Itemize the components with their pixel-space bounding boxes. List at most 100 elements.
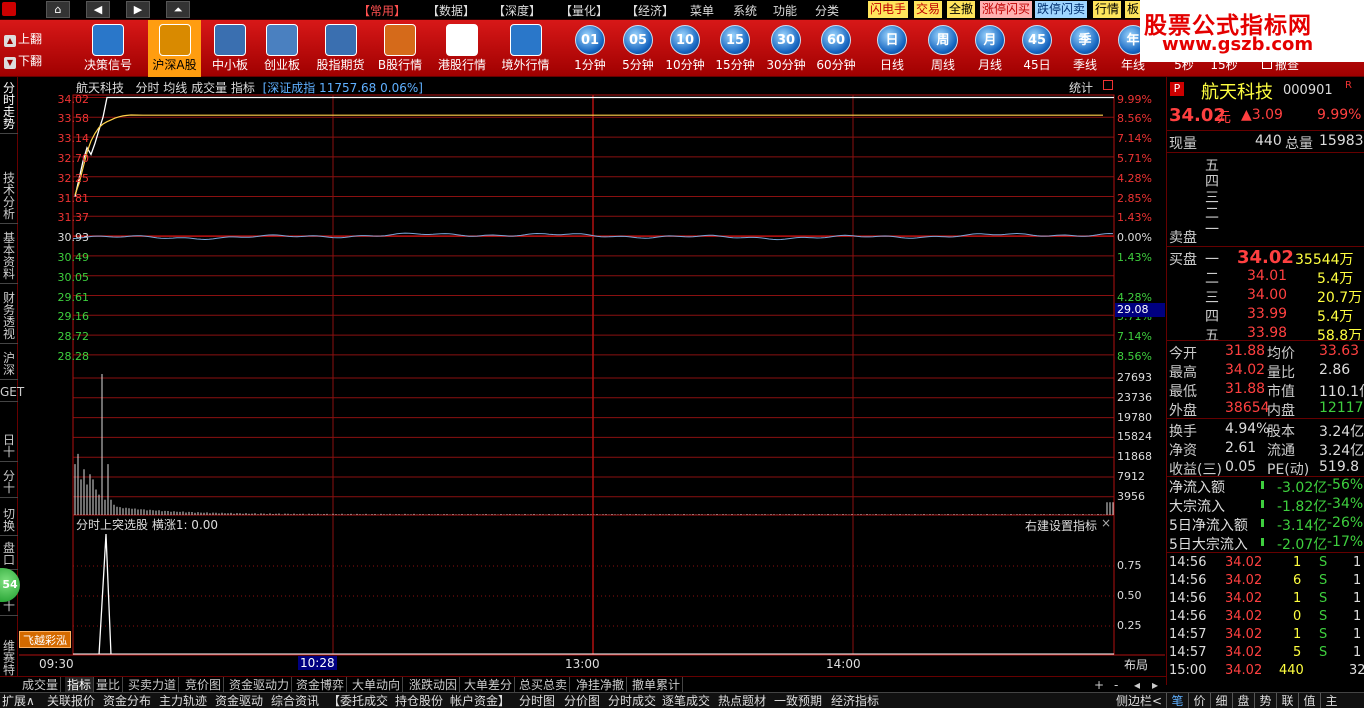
up-icon[interactable]: ⏶ [166,1,190,18]
indicator-tab-9[interactable]: 大单差分 [462,677,516,693]
indicator-tab-12[interactable]: 撤单累计 [630,677,684,693]
left-tab-1[interactable]: 技术分析 [0,169,18,224]
right-tab-0[interactable]: 笔 [1166,693,1188,708]
period-button-5[interactable]: 60 60分钟 [811,20,861,77]
toolbar-button-7[interactable]: 境外行情 [497,20,554,77]
indicator-tab-11[interactable]: 净挂净撤 [574,677,628,693]
function-tab-9[interactable]: 分时图 [519,693,555,708]
close-indicator-icon[interactable]: × [1101,516,1111,530]
function-tab-4[interactable]: 资金驱动 [215,693,263,708]
indicator-tab-7[interactable]: 大单动向 [350,677,404,693]
tab-nav-2[interactable]: ◂ [1132,677,1142,693]
toolbar-button-1[interactable]: 沪深A股 [148,20,201,77]
menu-item-2[interactable]: 【深度】 [493,2,541,19]
right-tab-5[interactable]: 联 [1276,693,1298,708]
function-tab-0[interactable]: 扩展∧ [2,693,35,708]
menu-item-1[interactable]: 【数据】 [427,2,475,19]
toolbar-button-4[interactable]: 股指期货 [313,20,368,77]
menu-item-0[interactable]: 【常用】 [358,2,406,19]
tab-nav-0[interactable]: + [1092,677,1106,693]
left-tab-9[interactable]: 盘口 [0,539,18,570]
toolbar-button-3[interactable]: 创业板 [256,20,308,77]
indicator-tab-5[interactable]: 资金驱动力 [227,677,293,693]
function-tab-13[interactable]: 热点题材 [718,693,766,708]
page-up-button[interactable]: ▲ 上翻 [4,30,50,48]
quick-button-5[interactable]: 行情 [1093,1,1122,18]
left-tab-11[interactable]: 维赛特 [0,637,18,680]
function-tab-8[interactable]: 帐户资金】 [450,693,510,708]
side-panel-toggle[interactable]: 侧边栏< [1116,693,1162,708]
home-icon[interactable]: ⌂ [46,1,70,18]
right-tab-3[interactable]: 盘 [1232,693,1254,708]
right-tab-2[interactable]: 细 [1210,693,1232,708]
function-tab-7[interactable]: 持仓股份 [395,693,443,708]
period-button-9[interactable]: 45 45日 [1012,20,1062,77]
indicator-tab-8[interactable]: 涨跌动因 [407,677,461,693]
indicator-tab-10[interactable]: 总买总卖 [517,677,571,693]
function-tab-10[interactable]: 分价图 [564,693,600,708]
left-tab-0[interactable]: 分时走势 [0,79,18,134]
page-down-button[interactable]: ▼ 下翻 [4,52,50,70]
chart-area[interactable]: 航天科技 分时 均线 成交量 指标 [深证成指 11757.68 0.06%] … [19,77,1165,685]
indicator-tab-4[interactable]: 竞价图 [183,677,225,693]
left-tab-4[interactable]: 沪深 [0,349,18,380]
indicator-tab-6[interactable]: 资金博弈 [294,677,348,693]
quick-button-6[interactable]: 板 [1125,1,1142,18]
toolbar-button-6[interactable]: 港股行情 [432,20,492,77]
toolbar-button-5[interactable]: B股行情 [372,20,428,77]
layout-button[interactable]: 布局 [1124,656,1148,673]
quick-button-1[interactable]: 交易 [914,1,943,18]
function-tab-6[interactable]: 【委托成交 [328,693,388,708]
period-button-10[interactable]: 季季线 [1060,20,1110,77]
function-tab-14[interactable]: 一致预期 [774,693,822,708]
right-tab-4[interactable]: 势 [1254,693,1276,708]
tab-nav-1[interactable]: - [1112,677,1120,693]
left-tab-7[interactable]: 分十 [0,467,18,498]
quick-button-4[interactable]: 跌停闪卖 [1035,1,1088,18]
toolbar-button-0[interactable]: 决策信号 [78,20,138,77]
right-tab-7[interactable]: 主 [1320,693,1342,708]
feiyue-badge[interactable]: 飞越彩泓 [19,631,71,648]
menu-item-6[interactable]: 系统 [733,2,757,19]
menu-item-5[interactable]: 菜单 [690,2,714,19]
function-tab-12[interactable]: 逐笔成交 [662,693,710,708]
menu-item-3[interactable]: 【量化】 [560,2,608,19]
menu-item-7[interactable]: 功能 [773,2,797,19]
menu-item-8[interactable]: 分类 [815,2,839,19]
quick-button-3[interactable]: 涨停闪买 [980,1,1033,18]
indicator-settings-button[interactable]: 右建设置指标 [1025,517,1097,534]
forward-icon[interactable]: ▶ [126,1,150,18]
left-tab-3[interactable]: 财务透视 [0,289,18,344]
left-tab-8[interactable]: 切换 [0,505,18,536]
indicator-tab-1[interactable]: 指标 [65,677,95,693]
period-button-7[interactable]: 周周线 [918,20,968,77]
left-tab-5[interactable]: GET [0,383,24,402]
toolbar-button-2[interactable]: 中小板 [205,20,255,77]
period-button-3[interactable]: 15 15分钟 [710,20,760,77]
function-tab-5[interactable]: 综合资讯 [271,693,319,708]
indicator-tab-3[interactable]: 买卖力道 [126,677,180,693]
menu-item-4[interactable]: 【经济】 [626,2,674,19]
period-button-6[interactable]: 日日线 [867,20,917,77]
function-tab-11[interactable]: 分时成交 [608,693,656,708]
function-tab-1[interactable]: 关联报价 [47,693,95,708]
tab-nav-3[interactable]: ▸ [1150,677,1160,693]
left-tab-6[interactable]: 日十 [0,431,18,462]
left-tab-2[interactable]: 基本资料 [0,229,18,284]
function-tab-15[interactable]: 经济指标 [831,693,879,708]
period-button-8[interactable]: 月月线 [965,20,1015,77]
stat-value-2: 3.24亿 [1319,424,1364,440]
function-tab-3[interactable]: 主力轨迹 [159,693,207,708]
quick-button-0[interactable]: 闪电手 [868,1,909,18]
period-button-0[interactable]: 01 1分钟 [565,20,615,77]
indicator-tab-2[interactable]: 量比 [94,677,124,693]
period-button-2[interactable]: 10 10分钟 [660,20,710,77]
quick-button-2[interactable]: 全撤 [947,1,976,18]
period-button-4[interactable]: 30 30分钟 [761,20,811,77]
back-icon[interactable]: ◀ [86,1,110,18]
right-tab-6[interactable]: 值 [1298,693,1320,708]
period-button-1[interactable]: 05 5分钟 [613,20,663,77]
function-tab-2[interactable]: 资金分布 [103,693,151,708]
right-tab-1[interactable]: 价 [1188,693,1210,708]
indicator-tab-0[interactable]: 成交量 [20,677,62,693]
